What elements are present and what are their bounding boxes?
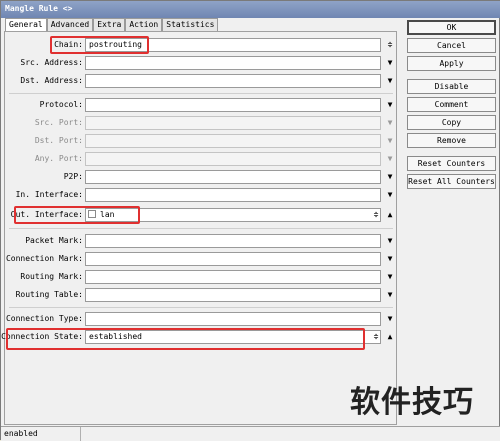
protocol-field[interactable] — [85, 98, 381, 112]
routing-mark-row: Routing Mark: ▼ — [5, 270, 398, 284]
connection-state-label: Connection State: — [1, 332, 83, 341]
p2p-field[interactable] — [85, 170, 381, 184]
cancel-button[interactable]: Cancel — [407, 38, 496, 53]
separator — [9, 93, 393, 94]
dst-port-dropdown-icon: ▼ — [387, 136, 393, 145]
mangle-rule-window: Mangle Rule <> General Advanced Extra Actio… — [0, 0, 500, 441]
src-address-row: Src. Address: ▼ — [5, 56, 398, 70]
status-bar: enabled — [1, 426, 500, 441]
in-interface-label: In. Interface: — [15, 190, 83, 199]
connection-mark-dropdown-icon[interactable]: ▼ — [385, 253, 395, 265]
routing-table-row: Routing Table: ▼ — [5, 288, 398, 302]
connection-type-field[interactable] — [85, 312, 381, 326]
tab-general[interactable]: General — [5, 18, 47, 31]
src-port-row: Src. Port: ▼ — [5, 116, 398, 130]
routing-mark-field[interactable] — [85, 270, 381, 284]
out-interface-label: Out. Interface: — [10, 210, 83, 219]
p2p-row: P2P: ▼ — [5, 170, 398, 184]
src-port-field — [85, 116, 381, 130]
tab-advanced[interactable]: Advanced — [46, 18, 94, 31]
any-port-row: Any. Port: ▼ — [5, 152, 398, 166]
general-panel: Chain: postrouting ≑ Src. Address: ▼ Dst… — [1, 31, 398, 425]
src-address-label: Src. Address: — [20, 58, 83, 67]
window-title: Mangle Rule <> — [1, 1, 500, 18]
connection-type-row: Connection Type: ▼ — [5, 312, 398, 326]
src-port-dropdown-icon: ▼ — [387, 118, 393, 127]
routing-mark-dropdown-icon[interactable]: ▼ — [385, 271, 395, 283]
routing-table-field[interactable] — [85, 288, 381, 302]
src-port-label: Src. Port: — [34, 118, 83, 127]
dst-address-dropdown-icon[interactable]: ▼ — [385, 75, 395, 87]
any-port-label: Any. Port: — [34, 154, 83, 163]
chain-row: Chain: postrouting ≑ — [5, 38, 398, 52]
tab-extra[interactable]: Extra — [93, 18, 126, 31]
connection-mark-row: Connection Mark: ▼ — [5, 252, 398, 266]
disable-button[interactable]: Disable — [407, 79, 496, 94]
tab-action[interactable]: Action — [125, 18, 163, 31]
connection-type-dropdown-icon[interactable]: ▼ — [385, 313, 395, 325]
dst-port-label: Dst. Port: — [34, 136, 83, 145]
connection-state-field[interactable]: established — [85, 330, 381, 344]
reset-counters-button[interactable]: Reset Counters — [407, 156, 496, 171]
connection-type-label: Connection Type: — [5, 314, 83, 323]
apply-button[interactable]: Apply — [407, 56, 496, 71]
connection-mark-label: Connection Mark: — [5, 254, 83, 263]
connection-state-row: Connection State: established ≑ ▲ — [1, 330, 398, 344]
out-interface-collapse-icon[interactable]: ▲ — [385, 209, 395, 221]
ok-button[interactable]: OK — [407, 20, 496, 35]
in-interface-dropdown-icon[interactable]: ▼ — [385, 189, 395, 201]
connection-mark-field[interactable] — [85, 252, 381, 266]
out-interface-field[interactable]: lan — [85, 208, 381, 222]
packet-mark-field[interactable] — [85, 234, 381, 248]
out-interface-row: Out. Interface: lan ≑ ▲ — [5, 208, 398, 222]
packet-mark-label: Packet Mark: — [25, 236, 83, 245]
p2p-label: P2P: — [63, 172, 83, 181]
status-enabled: enabled — [1, 427, 81, 441]
separator — [9, 228, 393, 229]
copy-button[interactable]: Copy — [407, 115, 496, 130]
protocol-label: Protocol: — [39, 100, 83, 109]
protocol-dropdown-icon[interactable]: ▼ — [385, 99, 395, 111]
src-address-dropdown-icon[interactable]: ▼ — [385, 57, 395, 69]
routing-mark-label: Routing Mark: — [20, 272, 83, 281]
connection-state-collapse-icon[interactable]: ▲ — [385, 331, 395, 343]
separator — [9, 307, 393, 308]
dst-address-field[interactable] — [85, 74, 381, 88]
routing-table-dropdown-icon[interactable]: ▼ — [385, 289, 395, 301]
dst-port-field — [85, 134, 381, 148]
remove-button[interactable]: Remove — [407, 133, 496, 148]
reset-all-counters-button[interactable]: Reset All Counters — [407, 174, 496, 189]
watermark-text: 软件技巧 — [350, 385, 474, 420]
dst-address-row: Dst. Address: ▼ — [5, 74, 398, 88]
protocol-row: Protocol: ▼ — [5, 98, 398, 112]
chain-label: Chain: — [54, 40, 83, 49]
chain-field[interactable]: postrouting — [85, 38, 381, 52]
any-port-dropdown-icon: ▼ — [387, 154, 393, 163]
chain-dropdown-icon[interactable]: ≑ — [385, 39, 395, 51]
out-interface-invert-checkbox[interactable] — [88, 210, 96, 218]
packet-mark-dropdown-icon[interactable]: ▼ — [385, 235, 395, 247]
tab-bar: General Advanced Extra Action Statistics — [5, 18, 219, 31]
p2p-dropdown-icon[interactable]: ▼ — [385, 171, 395, 183]
any-port-field — [85, 152, 381, 166]
out-interface-toggle-icon[interactable]: ≑ — [371, 209, 381, 221]
packet-mark-row: Packet Mark: ▼ — [5, 234, 398, 248]
src-address-field[interactable] — [85, 56, 381, 70]
dst-address-label: Dst. Address: — [20, 76, 83, 85]
connection-state-toggle-icon[interactable]: ≑ — [371, 331, 381, 343]
tab-statistics[interactable]: Statistics — [162, 18, 219, 31]
in-interface-field[interactable] — [85, 188, 381, 202]
comment-button[interactable]: Comment — [407, 97, 496, 112]
in-interface-row: In. Interface: ▼ — [5, 188, 398, 202]
routing-table-label: Routing Table: — [15, 290, 83, 299]
dst-port-row: Dst. Port: ▼ — [5, 134, 398, 148]
